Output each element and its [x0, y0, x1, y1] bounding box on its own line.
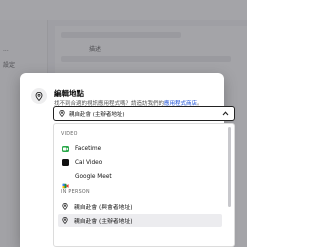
dialog-title: 編輯地點 [54, 89, 84, 98]
location-select[interactable]: 親自赴會 (主辦者地址) [53, 106, 235, 121]
group-label-in-person: IN PERSON [61, 190, 90, 195]
map-pin-icon [62, 203, 68, 210]
group-label-video: VIDEO [61, 132, 78, 137]
option-attendee-address[interactable]: 親自赴會 (與會者地址) [58, 200, 222, 213]
select-value: 親自赴會 (主辦者地址) [69, 111, 125, 118]
map-pin-icon [31, 88, 47, 104]
cal-video-icon [62, 159, 69, 166]
location-dropdown: VIDEO Facetime Cal Video Google Meet IN … [53, 123, 235, 247]
chevron-up-icon [222, 111, 229, 116]
map-pin-icon [59, 110, 65, 117]
option-cal-video[interactable]: Cal Video [58, 156, 222, 169]
option-label: Google Meet [75, 173, 112, 180]
edit-location-dialog: 編輯地點 找不到合適的視訊應用程式嗎？請造訪我們的應用程式商店。 親自赴會 (主… [20, 73, 235, 247]
option-google-meet[interactable]: Google Meet [58, 170, 222, 188]
option-label: 親自赴會 (與會者地址) [74, 205, 133, 211]
option-label: Facetime [75, 145, 102, 152]
option-label: Cal Video [75, 159, 103, 166]
google-meet-icon [62, 174, 69, 188]
dropdown-scrollbar[interactable] [228, 127, 231, 207]
facetime-icon [62, 145, 69, 152]
option-label: 親自赴會 (主辦者地址) [74, 219, 133, 225]
option-facetime[interactable]: Facetime [58, 142, 222, 155]
map-pin-icon [62, 217, 68, 224]
option-organizer-address[interactable]: 親自赴會 (主辦者地址) [58, 214, 222, 227]
